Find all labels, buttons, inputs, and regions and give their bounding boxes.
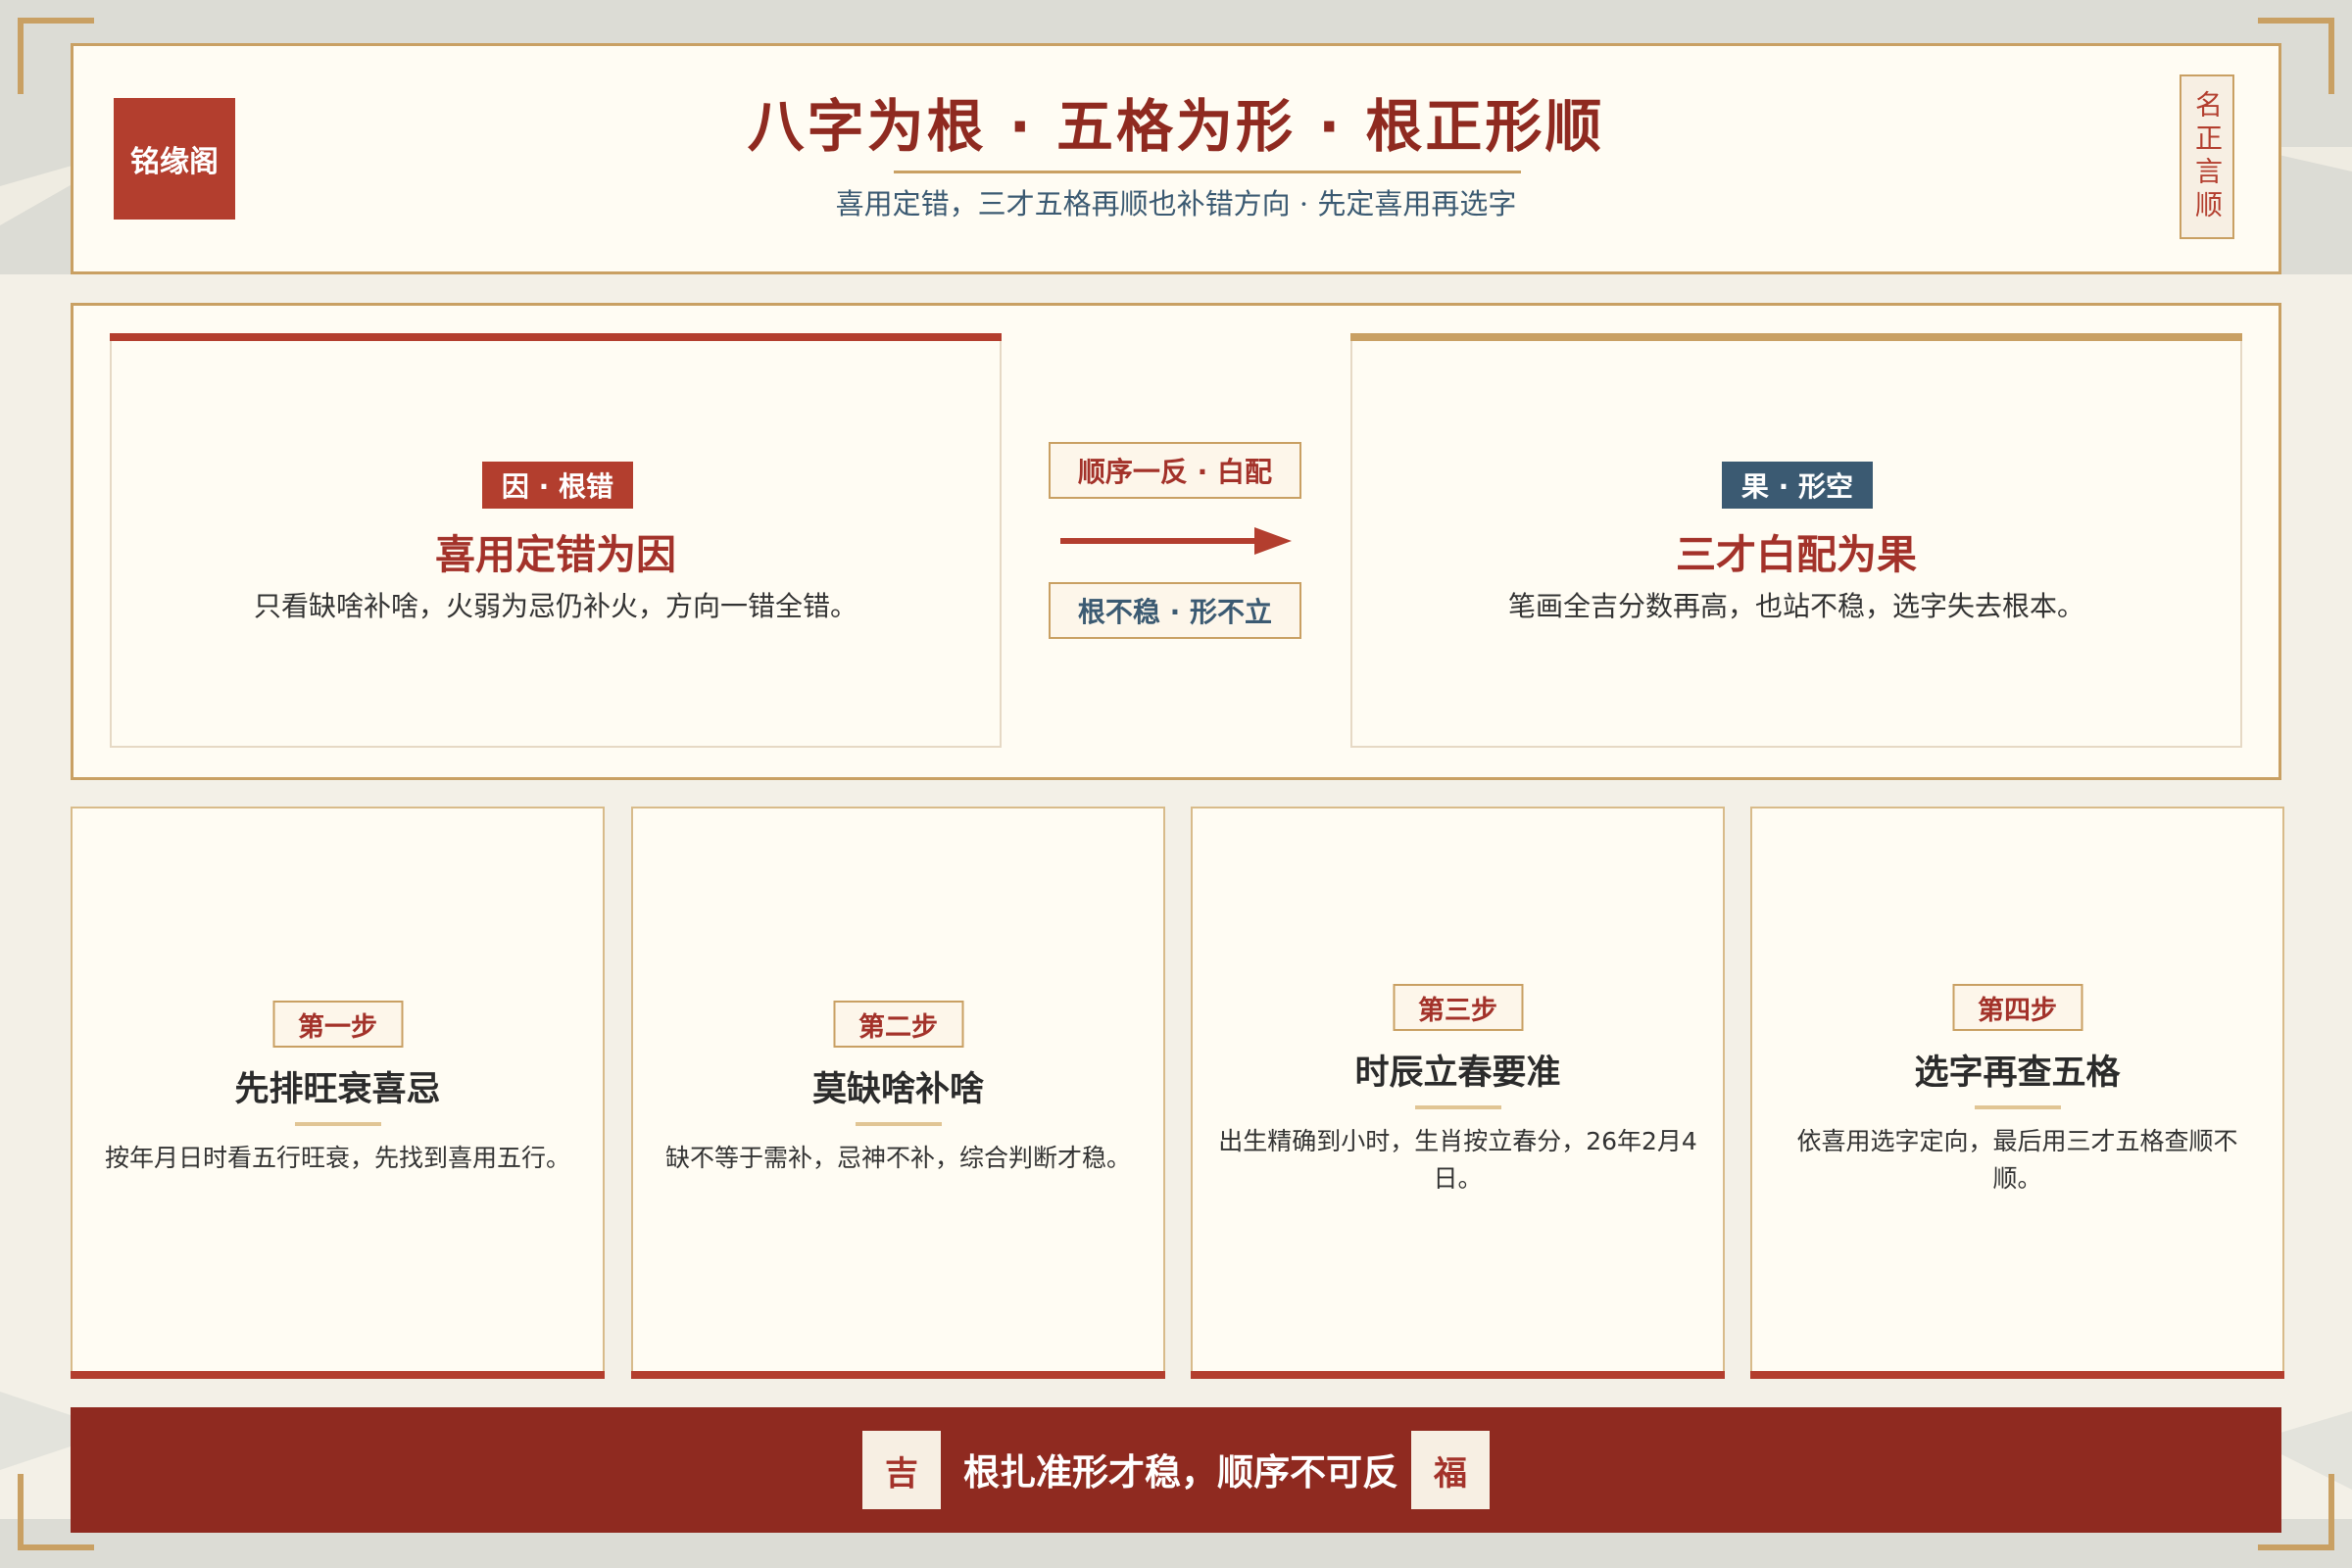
step-divider [1974, 1105, 2061, 1109]
step-card-bottom-bar [71, 1371, 605, 1379]
effect-card-topbar [1350, 333, 2242, 341]
footer-chip-left: 吉 [862, 1431, 941, 1509]
cause-card-topbar [110, 333, 1002, 341]
brand-logo: 铭缘阁 [114, 98, 235, 220]
step-card-bottom-bar [631, 1371, 1165, 1379]
unstable-root-label: 根不稳 · 形不立 [1049, 582, 1301, 639]
step-card-4: 第四步 选字再查五格 依喜用选字定向，最后用三才五格查顺不顺。 [1750, 807, 2284, 1379]
seal-stamp: 名正言顺 [2180, 74, 2234, 239]
step-desc: 缺不等于需补，忌神不补，综合判断才稳。 [664, 1144, 1131, 1172]
step-card-2: 第二步 莫缺啥补啥 缺不等于需补，忌神不补，综合判断才稳。 [631, 807, 1165, 1379]
step-title: 选字再查五格 [1914, 1054, 2121, 1093]
step-tag: 第四步 [1952, 984, 2082, 1031]
cause-card: 因 · 根错 喜用定错为因 只看缺啥补啥，火弱为忌仍补火，方向一错全错。 [110, 333, 1002, 748]
step-card-bottom-bar [1750, 1371, 2284, 1379]
step-title: 时辰立春要准 [1354, 1054, 1561, 1093]
footer-banner: 吉 根扎准形才稳，顺序不可反 福 [71, 1407, 2281, 1533]
title-divider [894, 171, 1521, 173]
cause-title: 喜用定错为因 [435, 531, 676, 578]
page-subtitle: 喜用定错，三才五格再顺也补错方向 · 先定喜用再选字 [835, 187, 1517, 220]
step-desc: 出生精确到小时，生肖按立春分，26年2月4日。 [1218, 1127, 1697, 1193]
step-tag: 第二步 [833, 1001, 963, 1048]
step-divider [294, 1122, 381, 1126]
footer-chip-right: 福 [1411, 1431, 1490, 1509]
step-title: 莫缺啥补啥 [811, 1070, 984, 1109]
cause-desc: 只看缺啥补啥，火弱为忌仍补火，方向一错全错。 [253, 590, 858, 622]
page-title: 八字为根 · 五格为形 · 根正形顺 [747, 93, 1605, 160]
step-card-bottom-bar [1191, 1371, 1725, 1379]
step-divider [855, 1122, 942, 1126]
effect-tag: 果 · 形空 [1722, 462, 1873, 509]
cause-tag: 因 · 根错 [482, 462, 633, 509]
arrow-right-icon [1060, 527, 1292, 555]
effect-title: 三才白配为果 [1676, 531, 1917, 578]
step-title: 先排旺衰喜忌 [234, 1070, 441, 1109]
footer-slogan: 根扎准形才稳，顺序不可反 [963, 1451, 1398, 1494]
effect-card: 果 · 形空 三才白配为果 笔画全吉分数再高，也站不稳，选字失去根本。 [1350, 333, 2242, 748]
step-desc: 依喜用选字定向，最后用三才五格查顺不顺。 [1796, 1127, 2238, 1193]
step-tag: 第三步 [1393, 984, 1523, 1031]
step-desc: 按年月日时看五行旺衰，先找到喜用五行。 [104, 1144, 570, 1172]
step-card-3: 第三步 时辰立春要准 出生精确到小时，生肖按立春分，26年2月4日。 [1191, 807, 1725, 1379]
step-card-1: 第一步 先排旺衰喜忌 按年月日时看五行旺衰，先找到喜用五行。 [71, 807, 605, 1379]
step-tag: 第一步 [272, 1001, 403, 1048]
seal-text: 名正言顺 [2191, 90, 2224, 223]
effect-desc: 笔画全吉分数再高，也站不稳，选字失去根本。 [1507, 590, 2084, 622]
order-reversed-label: 顺序一反 · 白配 [1049, 442, 1301, 499]
step-divider [1414, 1105, 1501, 1109]
